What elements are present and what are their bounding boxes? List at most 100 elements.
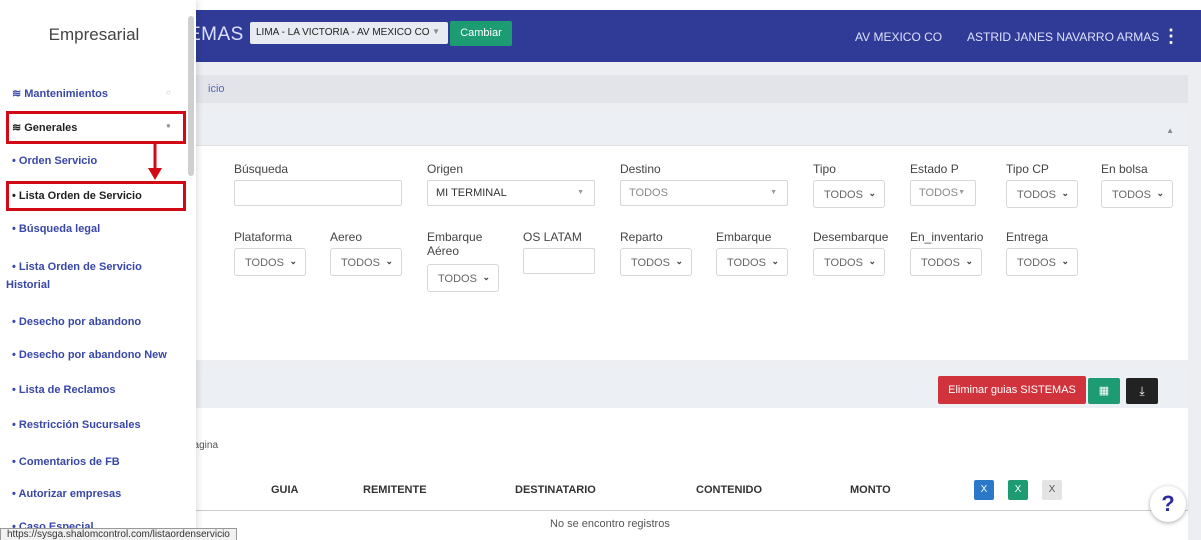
estado-p-value: TODOS bbox=[919, 187, 958, 199]
origen-label: Origen bbox=[427, 162, 464, 176]
kebab-vertical-icon[interactable]: ⋮ bbox=[1162, 26, 1180, 47]
sidebar-title: Empresarial bbox=[48, 25, 140, 44]
caret-down-icon: ▼ bbox=[770, 189, 777, 196]
destino-select[interactable]: TODOS ▼ bbox=[620, 180, 788, 206]
table-header-divider bbox=[188, 510, 1188, 511]
aereo-label: Aereo bbox=[330, 230, 363, 244]
caret-down-icon: ▼ bbox=[577, 189, 584, 196]
breadcrumb-link[interactable]: icio bbox=[208, 83, 225, 95]
sidebar-item-desecho-abandono[interactable]: • Desecho por abandono bbox=[12, 312, 182, 332]
sidebar-item-historial-line[interactable]: Historial bbox=[6, 275, 176, 295]
sidebar-section-label: Mantenimientos bbox=[24, 88, 108, 100]
entrega-value: TODOS bbox=[1017, 257, 1056, 269]
tipo-label: Tipo bbox=[813, 162, 836, 176]
estado-p-label: Estado P bbox=[910, 162, 959, 176]
highlight-box-generales bbox=[6, 111, 186, 144]
destino-value: TODOS bbox=[629, 187, 668, 199]
column-header-destinatario[interactable]: DESTINATARIO bbox=[515, 484, 596, 496]
status-url: https://sysga.shalomcontrol.com/listaord… bbox=[0, 528, 237, 540]
aereo-select[interactable]: TODOS ⌄ bbox=[330, 248, 402, 276]
origen-value: MI TERMINAL bbox=[436, 187, 507, 199]
column-header-guia[interactable]: GUIA bbox=[271, 484, 299, 496]
chevron-down-icon: ⌄ bbox=[385, 256, 393, 266]
os-latam-label: OS LATAM bbox=[523, 230, 582, 244]
sidebar-item-lista-reclamos[interactable]: • Lista de Reclamos bbox=[12, 380, 182, 400]
tipo-select[interactable]: TODOS ⌄ bbox=[813, 180, 885, 208]
column-header-contenido[interactable]: CONTENIDO bbox=[696, 484, 762, 496]
reparto-select[interactable]: TODOS ⌄ bbox=[620, 248, 692, 276]
layers-icon: ≋ bbox=[12, 88, 22, 100]
entrega-label: Entrega bbox=[1006, 230, 1049, 244]
office-name[interactable]: AV MEXICO CO bbox=[855, 30, 942, 44]
tipo-cp-select[interactable]: TODOS ⌄ bbox=[1006, 180, 1078, 208]
chevron-down-icon: ⌄ bbox=[1156, 188, 1164, 198]
breadcrumb: icio bbox=[188, 75, 1188, 103]
brand-title: EMAS bbox=[188, 24, 244, 45]
desembarque-label: Desembarque bbox=[813, 230, 889, 244]
empty-table-message: No se encontro registros bbox=[550, 518, 670, 530]
sidebar-scrollbar[interactable] bbox=[188, 16, 194, 176]
filter-panel: ▲ Búsqueda Origen MI TERMINAL ▼ Destino … bbox=[188, 114, 1188, 360]
plataforma-select[interactable]: TODOS ⌄ bbox=[234, 248, 306, 276]
results-panel: Eliminar guias SISTEMAS ▦ ⤓ pagina GUIA … bbox=[188, 370, 1188, 540]
os-latam-input[interactable] bbox=[523, 248, 595, 274]
embarque-aereo-label: Embarque bbox=[427, 230, 483, 244]
delete-guides-button[interactable]: Eliminar guias SISTEMAS bbox=[938, 376, 1086, 404]
en-inventario-value: TODOS bbox=[921, 257, 960, 269]
chevron-down-icon: ⌄ bbox=[1061, 188, 1069, 198]
branch-select[interactable]: LIMA - LA VICTORIA - AV MEXICO CO ▼ bbox=[250, 22, 448, 44]
chevron-down-icon: ⌄ bbox=[1061, 256, 1069, 266]
embarque-select[interactable]: TODOS ⌄ bbox=[716, 248, 788, 276]
results-toolbar: Eliminar guias SISTEMAS ▦ ⤓ bbox=[188, 370, 1188, 408]
sidebar-item-lista-orden-historial[interactable]: • Lista Orden de Servicio bbox=[12, 257, 182, 277]
entrega-select[interactable]: TODOS ⌄ bbox=[1006, 248, 1078, 276]
embarque-aereo-select[interactable]: TODOS ⌄ bbox=[427, 264, 499, 292]
sidebar-section-mantenimientos[interactable]: ≋ Mantenimientos bbox=[12, 87, 108, 100]
export-excel-green-icon[interactable]: X bbox=[1008, 480, 1028, 500]
en-bolsa-label: En bolsa bbox=[1101, 162, 1148, 176]
sidebar-item-restriccion-sucursales[interactable]: • Restricción Sucursales bbox=[12, 415, 182, 435]
estado-p-select[interactable]: TODOS ▼ bbox=[910, 180, 976, 206]
column-header-monto[interactable]: MONTO bbox=[850, 484, 891, 496]
chevron-down-icon: ⌄ bbox=[675, 256, 683, 266]
en-inventario-label: En_inventario bbox=[910, 230, 984, 244]
plataforma-value: TODOS bbox=[245, 257, 284, 269]
tipo-cp-value: TODOS bbox=[1017, 189, 1056, 201]
circle-icon: ○ bbox=[166, 88, 171, 97]
chevron-down-icon: ⌄ bbox=[868, 188, 876, 198]
embarque-value: TODOS bbox=[727, 257, 766, 269]
en-bolsa-select[interactable]: TODOS ⌄ bbox=[1101, 180, 1173, 208]
en-bolsa-value: TODOS bbox=[1112, 189, 1151, 201]
tipo-cp-label: Tipo CP bbox=[1006, 162, 1049, 176]
sidebar-item-desecho-abandono-new[interactable]: • Desecho por abandono New bbox=[12, 345, 182, 365]
sidebar-item-busqueda-legal[interactable]: • Búsqueda legal bbox=[12, 219, 182, 239]
change-branch-button[interactable]: Cambiar bbox=[450, 21, 512, 46]
download-icon[interactable]: ⤓ bbox=[1126, 378, 1158, 404]
reparto-label: Reparto bbox=[620, 230, 663, 244]
export-excel-icon[interactable]: X bbox=[974, 480, 994, 500]
user-name[interactable]: ASTRID JANES NAVARRO ARMAS bbox=[967, 30, 1159, 44]
chevron-down-icon: ⌄ bbox=[771, 256, 779, 266]
sidebar-item-comentarios-fb[interactable]: • Comentarios de FB bbox=[12, 452, 182, 472]
highlight-box-lista-orden bbox=[6, 181, 186, 211]
help-icon[interactable]: ? bbox=[1150, 486, 1186, 522]
column-header-remitente[interactable]: REMITENTE bbox=[363, 484, 427, 496]
busqueda-input[interactable] bbox=[234, 180, 402, 206]
sidebar: Empresarial ≋ Mantenimientos ○ ≋ Generales… bbox=[0, 0, 196, 540]
aereo-value: TODOS bbox=[341, 257, 380, 269]
busqueda-label: Búsqueda bbox=[234, 162, 289, 176]
embarque-aereo-label-2: Aéreo bbox=[427, 244, 460, 258]
caret-down-icon: ▼ bbox=[958, 189, 965, 196]
chevron-down-icon: ⌄ bbox=[965, 256, 973, 266]
tipo-value: TODOS bbox=[824, 189, 863, 201]
embarque-label: Embarque bbox=[716, 230, 772, 244]
en-inventario-select[interactable]: TODOS ⌄ bbox=[910, 248, 982, 276]
desembarque-select[interactable]: TODOS ⌄ bbox=[813, 248, 885, 276]
origen-select[interactable]: MI TERMINAL ▼ bbox=[427, 180, 595, 206]
collapse-icon[interactable]: ▲ bbox=[1166, 126, 1174, 135]
export-excel-grey-icon[interactable]: X bbox=[1042, 480, 1062, 500]
desembarque-value: TODOS bbox=[824, 257, 863, 269]
table-view-icon[interactable]: ▦ bbox=[1088, 378, 1120, 404]
sidebar-item-orden-servicio[interactable]: • Orden Servicio bbox=[12, 151, 182, 171]
sidebar-item-autorizar-empresas[interactable]: • Autorizar empresas bbox=[12, 484, 182, 504]
